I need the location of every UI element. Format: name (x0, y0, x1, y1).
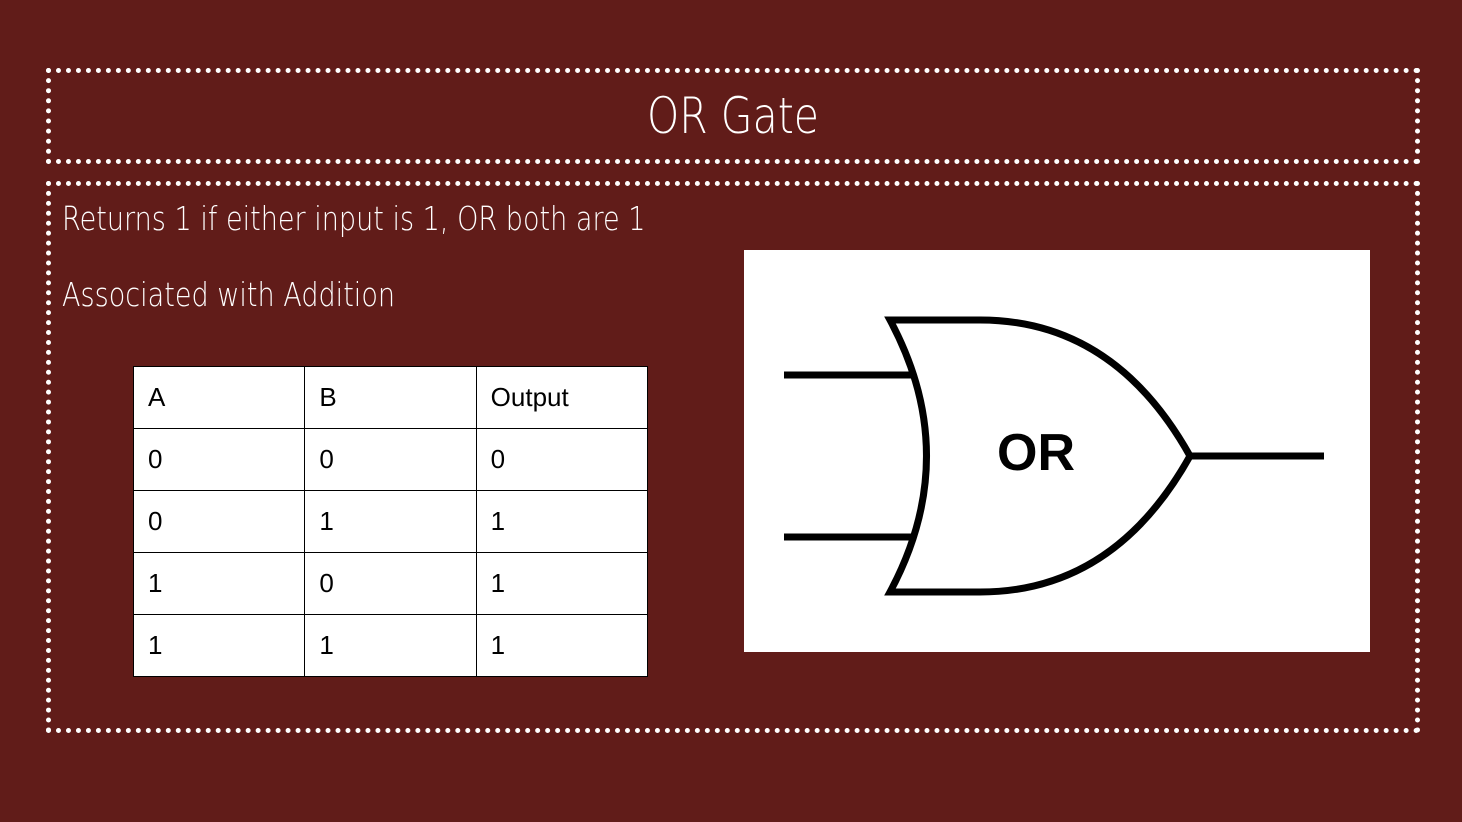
description-line: Returns 1 if either input is 1, OR both … (62, 199, 646, 238)
table-cell: 0 (475, 428, 649, 491)
table-cell: 0 (132, 490, 306, 553)
table-cell: 1 (132, 552, 306, 615)
table-cell: 1 (304, 614, 477, 677)
column-header-b: B (304, 366, 477, 429)
table-cell: 0 (304, 428, 477, 491)
column-header-output: Output (475, 366, 649, 429)
table-cell: 0 (132, 428, 306, 491)
gate-label: OR (997, 424, 1075, 482)
column-header-a: A (132, 366, 306, 429)
slide-title: OR Gate (647, 87, 819, 145)
association-line: Associated with Addition (62, 275, 396, 314)
table-header-row: A B Output (132, 366, 649, 429)
truth-table: A B Output 0 0 0 0 1 1 1 0 1 1 1 1 (132, 366, 649, 677)
table-cell: 0 (304, 552, 477, 615)
table-row: 1 1 1 (132, 614, 649, 677)
table-cell: 1 (132, 614, 306, 677)
table-cell: 1 (475, 614, 649, 677)
table-row: 1 0 1 (132, 552, 649, 615)
or-gate-symbol: OR (784, 316, 1324, 596)
table-cell: 1 (304, 490, 477, 553)
table-cell: 1 (475, 490, 649, 553)
table-cell: 1 (475, 552, 649, 615)
or-gate-diagram: OR (744, 250, 1370, 652)
table-row: 0 0 0 (132, 428, 649, 491)
table-row: 0 1 1 (132, 490, 649, 553)
